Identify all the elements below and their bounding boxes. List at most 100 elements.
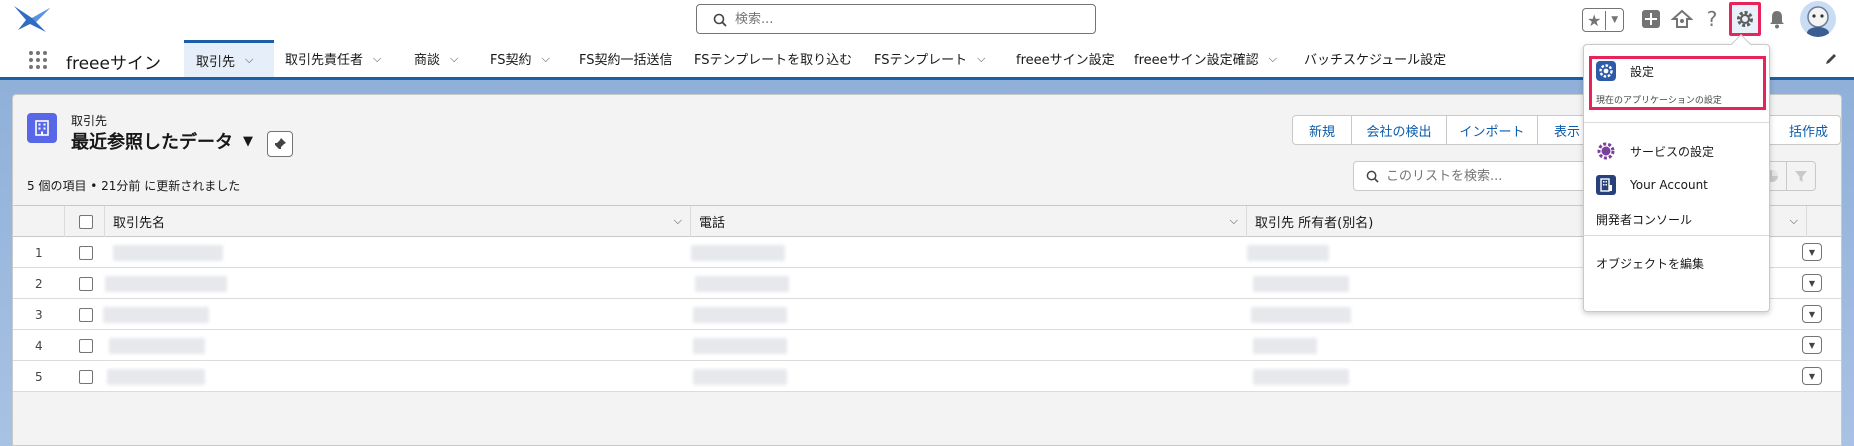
chevron-down-icon[interactable]: ⌵ xyxy=(1269,52,1277,66)
header-row-number xyxy=(13,206,65,237)
find-company-button[interactable]: 会社の検出 xyxy=(1351,115,1447,145)
bulk-create-button[interactable]: 括作成 xyxy=(1767,115,1841,145)
chevron-down-icon[interactable]: ⌵ xyxy=(1230,214,1238,228)
chevron-down-icon[interactable]: ⌵ xyxy=(373,52,381,66)
select-all-checkbox[interactable] xyxy=(79,214,93,229)
redacted-phone xyxy=(691,245,785,261)
chevron-down-icon[interactable]: ⌵ xyxy=(674,214,682,228)
menu-item-edit-object[interactable]: オブジェクトを編集 xyxy=(1596,255,1704,272)
row-action-dropdown-icon[interactable]: ▼ xyxy=(1802,336,1822,354)
row-number: 1 xyxy=(35,246,43,260)
column-header-account-name[interactable]: 取引先名 ⌵ xyxy=(105,206,691,237)
table-row[interactable]: 4 ▼ xyxy=(13,330,1841,361)
tab-fs-bulk-send[interactable]: FS契約一括送信 xyxy=(579,40,673,77)
column-label: 電話 xyxy=(699,216,726,231)
favorites-star-icon[interactable]: ★ xyxy=(1583,10,1607,30)
chevron-down-icon[interactable]: ⌵ xyxy=(542,52,550,66)
table-row[interactable]: 3 ▼ xyxy=(13,299,1841,330)
chevron-down-icon[interactable]: ⌵ xyxy=(1790,214,1798,228)
global-search-input[interactable] xyxy=(735,9,1075,29)
menu-item-your-account[interactable]: Your Account xyxy=(1596,175,1708,195)
avatar[interactable] xyxy=(1800,1,1836,37)
tab-contacts[interactable]: 取引先責任者 ⌵ xyxy=(285,40,381,77)
row-checkbox[interactable] xyxy=(79,339,93,353)
redacted-account-name[interactable] xyxy=(109,338,205,354)
table-row[interactable]: 2 ▼ xyxy=(13,268,1841,299)
chevron-down-icon[interactable]: ⌵ xyxy=(450,52,458,66)
row-action-dropdown-icon[interactable]: ▼ xyxy=(1802,243,1822,261)
tab-label: freeeサイン設定 xyxy=(1016,53,1115,68)
list-actions-button-group: 新規 会社の検出 インポート 表示 xyxy=(1292,115,1597,145)
table-header: 取引先名 ⌵ 電話 ⌵ 取引先 所有者(別名) ⌵ xyxy=(13,205,1841,237)
new-button[interactable]: 新規 xyxy=(1292,115,1352,145)
chevron-down-icon[interactable]: ⌵ xyxy=(245,53,253,67)
row-checkbox[interactable] xyxy=(79,246,93,260)
chevron-down-icon[interactable]: ⌵ xyxy=(977,52,985,66)
redacted-owner[interactable] xyxy=(1253,276,1349,292)
tab-label: 取引先 xyxy=(196,54,236,70)
menu-divider xyxy=(1584,122,1769,123)
app-launcher-waffle-icon[interactable] xyxy=(28,50,48,70)
tab-opportunities[interactable]: 商談 ⌵ xyxy=(414,40,458,77)
table-row[interactable]: 1 ▼ xyxy=(13,237,1841,268)
favorites-dropdown-icon[interactable]: ▼ xyxy=(1606,15,1623,25)
row-checkbox[interactable] xyxy=(79,308,93,322)
tab-freee-sign-settings[interactable]: freeeサイン設定 xyxy=(1016,40,1115,77)
tab-label: freeeサイン設定確認 xyxy=(1134,53,1259,68)
tab-label: FSテンプレート xyxy=(874,53,968,68)
account-building-icon xyxy=(1596,175,1616,195)
global-header: ★ ▼ ? xyxy=(0,0,1854,40)
pin-list-view-button[interactable] xyxy=(267,131,293,157)
setup-gear-button[interactable] xyxy=(1729,2,1761,36)
notifications-bell-icon[interactable] xyxy=(1766,6,1788,32)
tab-accounts[interactable]: 取引先 ⌵ xyxy=(184,40,274,77)
menu-item-service-setup[interactable]: サービスの設定 xyxy=(1596,141,1714,161)
global-search[interactable] xyxy=(696,4,1096,34)
pin-icon xyxy=(274,138,286,150)
redacted-owner[interactable] xyxy=(1247,245,1329,261)
tab-batch-schedule-settings[interactable]: バッチスケジュール設定 xyxy=(1304,40,1446,77)
tab-fs-template-import[interactable]: FSテンプレートを取り込む xyxy=(694,40,852,77)
redacted-account-name[interactable] xyxy=(103,307,209,323)
redacted-owner[interactable] xyxy=(1253,369,1349,385)
setup-subtitle: 現在のアプリケーションの設定 xyxy=(1596,96,1722,106)
app-navigation-bar: freeeサイン 取引先 ⌵ 取引先責任者 ⌵ 商談 ⌵ FS契約 ⌵ FS契約一括送信… xyxy=(0,40,1854,80)
global-actions-plus-icon[interactable] xyxy=(1640,6,1662,32)
row-checkbox[interactable] xyxy=(79,370,93,384)
menu-divider xyxy=(1584,235,1769,236)
redacted-phone xyxy=(693,307,787,323)
redacted-account-name[interactable] xyxy=(107,369,205,385)
tab-freee-sign-settings-check[interactable]: freeeサイン設定確認 ⌵ xyxy=(1134,40,1277,77)
filter-button[interactable] xyxy=(1786,161,1816,191)
search-icon xyxy=(713,13,727,27)
list-view-card: 取引先 最近参照したデータ ▼ 5 個の項目 • 21分前 に更新されました 新… xyxy=(12,94,1842,446)
redacted-account-name[interactable] xyxy=(105,276,227,292)
import-button[interactable]: インポート xyxy=(1446,115,1538,145)
row-checkbox[interactable] xyxy=(79,277,93,291)
row-action-dropdown-icon[interactable]: ▼ xyxy=(1802,274,1822,292)
row-action-dropdown-icon[interactable]: ▼ xyxy=(1802,367,1822,385)
tab-fs-contracts[interactable]: FS契約 ⌵ xyxy=(490,40,550,77)
redacted-account-name[interactable] xyxy=(113,245,223,261)
app-logo-icon[interactable] xyxy=(12,2,54,36)
list-view-selector[interactable]: 最近参照したデータ ▼ xyxy=(71,128,253,154)
tab-fs-templates[interactable]: FSテンプレート ⌵ xyxy=(874,40,985,77)
menu-item-label: サービスの設定 xyxy=(1630,144,1715,159)
redacted-owner[interactable] xyxy=(1253,338,1317,354)
caret-down-icon[interactable]: ▼ xyxy=(243,134,253,149)
row-number: 2 xyxy=(35,277,43,291)
redacted-owner[interactable] xyxy=(1251,307,1351,323)
list-search[interactable] xyxy=(1353,161,1593,191)
menu-item-setup[interactable]: 設定 xyxy=(1596,61,1654,81)
table-row[interactable]: 5 ▼ xyxy=(13,361,1841,392)
help-icon[interactable]: ? xyxy=(1701,6,1723,32)
row-action-dropdown-icon[interactable]: ▼ xyxy=(1802,305,1822,323)
row-number: 5 xyxy=(35,370,43,384)
favorites-button-group[interactable]: ★ ▼ xyxy=(1582,8,1624,32)
trailhead-icon[interactable] xyxy=(1670,6,1694,32)
menu-item-developer-console[interactable]: 開発者コンソール xyxy=(1596,211,1692,228)
tab-label: 取引先責任者 xyxy=(285,53,364,68)
column-header-phone[interactable]: 電話 ⌵ xyxy=(691,206,1247,237)
edit-nav-pencil-icon[interactable] xyxy=(1824,52,1838,66)
list-search-input[interactable] xyxy=(1386,167,1586,185)
